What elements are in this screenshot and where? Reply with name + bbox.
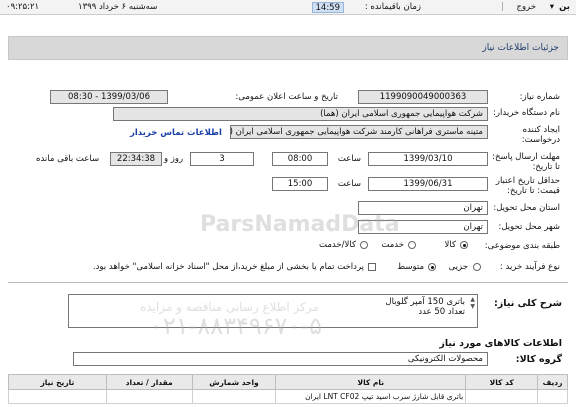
province-label: استان محل تحویل: bbox=[493, 203, 560, 213]
creator-field: متینه ماستری فراهانی کارمند شرکت هواپیما… bbox=[230, 125, 488, 139]
current-date: سه‌شنبه ۶ خرداد ۱۳۹۹ bbox=[78, 2, 158, 12]
days-label: روز و bbox=[164, 154, 184, 164]
buyer-label: نام دستگاه خریدار: bbox=[493, 108, 560, 118]
summary-textarea[interactable]: باتری 150 آمپر گلوبال تعداد 50 عدد ▲ ▼ bbox=[68, 294, 478, 328]
table-header-row: ردیف کد کالا نام کالا واحد شمارش مقدار /… bbox=[8, 374, 568, 390]
remaining-label: ساعت باقی مانده bbox=[36, 154, 100, 164]
city-field: تهران bbox=[358, 220, 488, 234]
server-time: 14:59 bbox=[311, 2, 344, 13]
server-time-label: زمان باقیمانده : bbox=[364, 2, 421, 12]
process-label: نوع فرآیند خرید : bbox=[499, 262, 560, 272]
category-label: طبقه بندی موضوعی: bbox=[484, 241, 560, 251]
category-option-both: کالا/خدمت bbox=[319, 240, 356, 250]
treasury-checkbox[interactable] bbox=[368, 263, 376, 271]
need-number-label: شماره نیاز: bbox=[519, 92, 560, 102]
row-item-name: باتری قابل شارژ سرب اسید تیپ LNT CF02 ای… bbox=[275, 389, 467, 404]
creator-label: ایجاد کننده درخواست: bbox=[521, 125, 560, 145]
divider: | bbox=[501, 2, 504, 12]
goods-table: ردیف کد کالا نام کالا واحد شمارش مقدار /… bbox=[8, 374, 568, 404]
goods-section-title: اطلاعات کالاهای مورد نیاز bbox=[439, 338, 562, 349]
top-bar: بن ▾ خروج | زمان باقیمانده : 14:59 سه‌شن… bbox=[0, 0, 576, 15]
validity-time-field: 15:00 bbox=[272, 177, 328, 191]
announce-label: تاریخ و ساعت اعلان عمومی: bbox=[235, 92, 338, 102]
validity-date-field: 1399/06/31 bbox=[368, 177, 488, 191]
province-field: تهران bbox=[358, 201, 488, 215]
category-option-service: خدمت bbox=[381, 240, 404, 250]
days-field: 3 bbox=[190, 152, 254, 166]
col-unit: واحد شمارش bbox=[191, 374, 277, 390]
process-radio-medium[interactable] bbox=[428, 263, 436, 271]
col-quantity: مقدار / تعداد bbox=[105, 374, 193, 390]
page-title: جزئیات اطلاعات نیاز bbox=[482, 43, 559, 53]
deadline-time-field: 08:00 bbox=[272, 152, 328, 166]
table-row[interactable]: باتری قابل شارژ سرب اسید تیپ LNT CF02 ای… bbox=[8, 389, 568, 404]
city-label: شهر محل تحویل: bbox=[498, 222, 560, 232]
col-name: نام کالا bbox=[275, 374, 467, 390]
deadline-date-field: 1399/03/10 bbox=[368, 152, 488, 166]
deadline-time-label: ساعت bbox=[337, 154, 361, 164]
category-option-goods: کالا bbox=[444, 240, 456, 250]
col-date: تاریخ نیاز bbox=[8, 374, 107, 390]
goods-group-field: محصولات الکترونیکی bbox=[73, 352, 488, 366]
buyer-field: شرکت هواپیمایی جمهوری اسلامی ایران (هما) bbox=[113, 107, 488, 121]
page-header: جزئیات اطلاعات نیاز bbox=[8, 36, 568, 60]
category-radio-service[interactable] bbox=[408, 241, 416, 249]
process-option-medium: متوسط bbox=[397, 262, 424, 272]
goods-group-label: گروه کالا: bbox=[515, 354, 562, 365]
current-clock: ۰۹:۲۵:۲۱ bbox=[6, 2, 40, 12]
menu-icon[interactable]: ▾ bbox=[550, 2, 554, 12]
announce-field: 1399/03/06 - 08:30 bbox=[50, 90, 168, 104]
process-radio-minor[interactable] bbox=[473, 263, 481, 271]
validity-time-label: ساعت bbox=[337, 179, 361, 189]
menu-button[interactable]: بن bbox=[559, 2, 570, 12]
validity-label: حداقل تاریخ اعتبار قیمت: تا تاریخ: bbox=[495, 176, 560, 196]
remaining-time-field: 22:34:38 bbox=[110, 152, 162, 166]
summary-line-2: تعداد 50 عدد bbox=[418, 307, 465, 317]
process-option-minor: جزیی bbox=[448, 262, 468, 272]
summary-line-1: باتری 150 آمپر گلوبال bbox=[385, 297, 465, 307]
buyer-contact-link[interactable]: اطلاعات تماس خریدار bbox=[130, 128, 222, 138]
col-code: کد کالا bbox=[465, 374, 539, 390]
category-radio-goods[interactable] bbox=[460, 241, 468, 249]
category-radio-both[interactable] bbox=[360, 241, 368, 249]
deadline-label: مهلت ارسال پاسخ: تا تاریخ: bbox=[492, 152, 560, 172]
summary-label: شرح کلی نیاز: bbox=[493, 298, 562, 309]
col-row: ردیف bbox=[537, 374, 568, 390]
need-number-field: 1199090049000363 bbox=[358, 90, 488, 104]
exit-link[interactable]: خروج bbox=[516, 2, 536, 12]
payment-note: پرداخت تمام یا بخشی از مبلغ خرید،از محل … bbox=[92, 262, 364, 272]
scroll-arrows-icon[interactable]: ▲ ▼ bbox=[470, 296, 475, 310]
divider bbox=[8, 282, 568, 283]
